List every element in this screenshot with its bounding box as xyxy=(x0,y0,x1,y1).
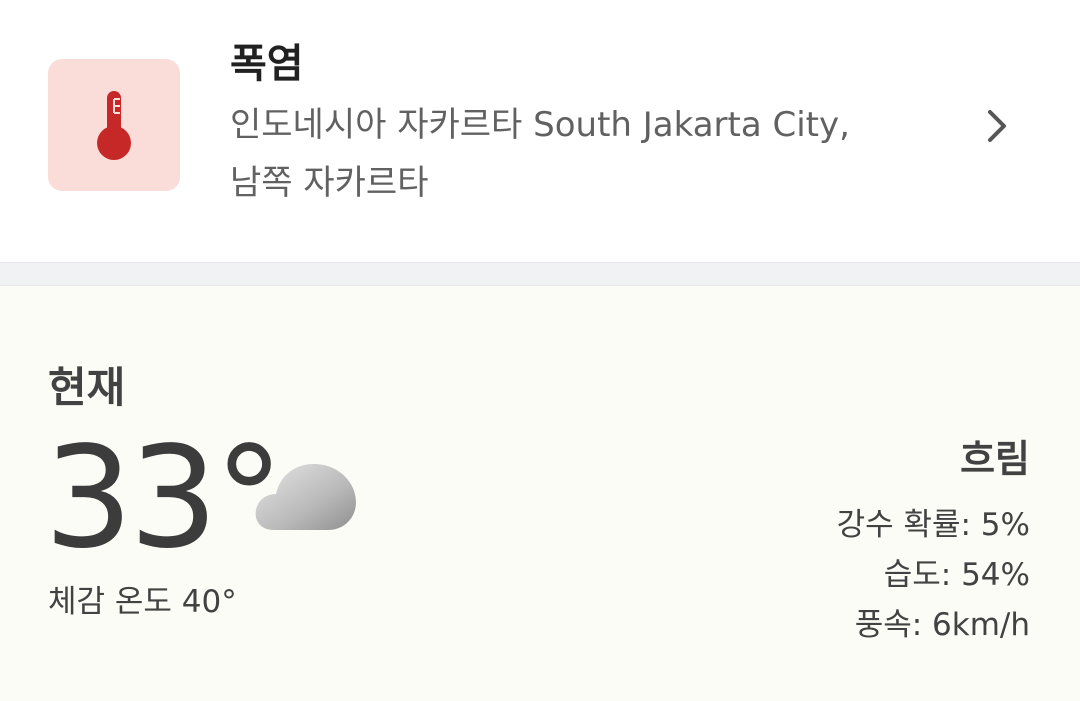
precipitation-chance: 강수 확률: 5% xyxy=(836,507,1030,543)
feels-like-temperature: 체감 온도 40° xyxy=(48,584,237,620)
section-divider xyxy=(0,262,1080,286)
weather-condition: 흐림 xyxy=(960,437,1030,481)
alert-title: 폭염 xyxy=(230,41,304,87)
chevron-right-icon[interactable] xyxy=(978,106,1018,146)
thermometer-icon xyxy=(97,91,131,160)
current-weather-card[interactable]: 현재 33° 체감 온도 40° 흐림 강수 확률: 5% 습도: 54% 풍속… xyxy=(0,286,1080,701)
humidity: 습도: 54% xyxy=(883,557,1030,593)
cloud-icon xyxy=(255,464,356,530)
alert-location: 인도네시아 자카르타 South Jakarta City, 남쪽 자카르타 xyxy=(230,96,960,212)
weather-details: 강수 확률: 5% 습도: 54% 풍속: 6km/h xyxy=(837,500,1030,650)
alert-location-line2: 남쪽 자카르타 xyxy=(230,163,429,203)
alert-location-line1: 인도네시아 자카르타 South Jakarta City, xyxy=(230,105,850,145)
heat-alert-card[interactable]: 폭염 인도네시아 자카르타 South Jakarta City, 남쪽 자카르… xyxy=(0,0,1080,262)
current-temperature: 33° xyxy=(44,417,284,580)
current-heading: 현재 xyxy=(48,363,126,412)
wind-speed: 풍속: 6km/h xyxy=(854,607,1030,643)
alert-icon-tile xyxy=(48,59,180,191)
